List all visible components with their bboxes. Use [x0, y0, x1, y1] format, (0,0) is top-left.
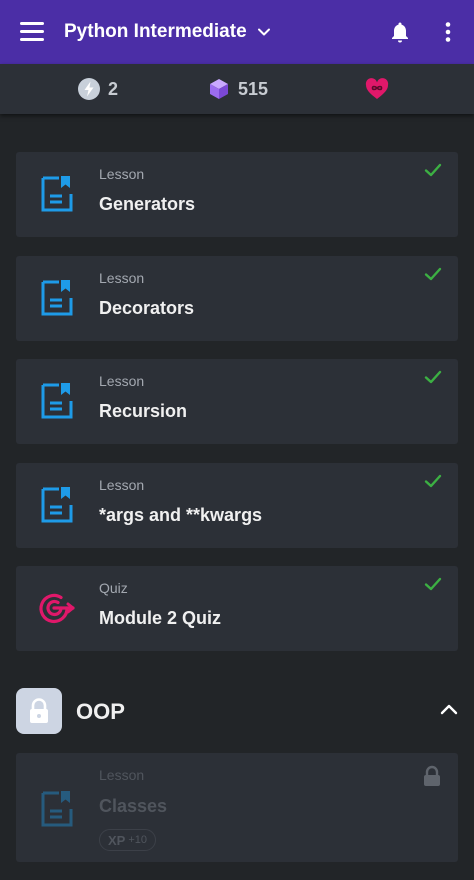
lightning-icon [78, 78, 100, 100]
lock-icon [424, 765, 440, 786]
xp-label: XP [108, 832, 126, 848]
lesson-card[interactable]: Lesson Decorators [16, 256, 458, 341]
lesson-title: *args and **kwargs [99, 505, 263, 525]
item-type-label: Quiz [99, 580, 128, 596]
lesson-card[interactable]: Lesson Generators [16, 152, 458, 237]
gems-count: 515 [238, 78, 269, 99]
document-bookmark-icon [41, 487, 73, 523]
document-bookmark-icon [41, 280, 73, 316]
gem-cube-icon [210, 79, 228, 99]
streak-counter[interactable]: 2 [78, 64, 118, 114]
section-title: OOP [76, 699, 125, 724]
check-icon [424, 163, 442, 177]
hamburger-icon[interactable] [20, 22, 44, 42]
lesson-title: Classes [99, 796, 168, 816]
chevron-up-icon[interactable] [440, 703, 458, 715]
stats-bar: 2 515 [0, 64, 474, 114]
infinity-heart-icon [365, 78, 389, 99]
locked-lesson-card[interactable]: Lesson Classes XP +10 [16, 753, 458, 862]
target-icon [39, 593, 75, 624]
item-type-label: Lesson [99, 767, 145, 783]
xp-badge: XP +10 [99, 829, 157, 851]
item-type-label: Lesson [99, 477, 145, 493]
quiz-card[interactable]: Quiz Module 2 Quiz [16, 566, 458, 651]
course-selector[interactable]: Python Intermediate [64, 0, 271, 64]
check-icon [424, 474, 442, 488]
lesson-title: Recursion [99, 401, 188, 421]
document-bookmark-icon [41, 791, 73, 827]
gems-counter[interactable]: 515 [208, 64, 268, 114]
lesson-card[interactable]: Lesson Recursion [16, 359, 458, 444]
check-icon [424, 370, 442, 384]
check-icon [424, 577, 442, 591]
more-vert-icon[interactable] [440, 20, 456, 44]
check-icon [424, 267, 442, 281]
hearts-counter[interactable] [365, 64, 397, 114]
lesson-card[interactable]: Lesson *args and **kwargs [16, 463, 458, 548]
chevron-down-icon [257, 28, 270, 36]
item-type-label: Lesson [99, 166, 145, 182]
course-title: Python Intermediate [64, 21, 247, 42]
app-bar: Python Intermediate [0, 0, 474, 64]
quiz-title: Module 2 Quiz [99, 608, 222, 628]
streak-count: 2 [108, 78, 119, 99]
xp-value: +10 [128, 834, 148, 846]
item-type-label: Lesson [99, 373, 145, 389]
document-bookmark-icon [41, 383, 73, 419]
section-lock-badge [16, 688, 62, 734]
bell-icon[interactable] [388, 20, 412, 44]
lesson-title: Generators [99, 194, 196, 214]
module-section-header[interactable]: OOP [16, 688, 458, 734]
item-type-label: Lesson [99, 270, 145, 286]
lesson-title: Decorators [99, 298, 195, 318]
document-bookmark-icon [41, 176, 73, 212]
lock-icon [30, 698, 48, 723]
